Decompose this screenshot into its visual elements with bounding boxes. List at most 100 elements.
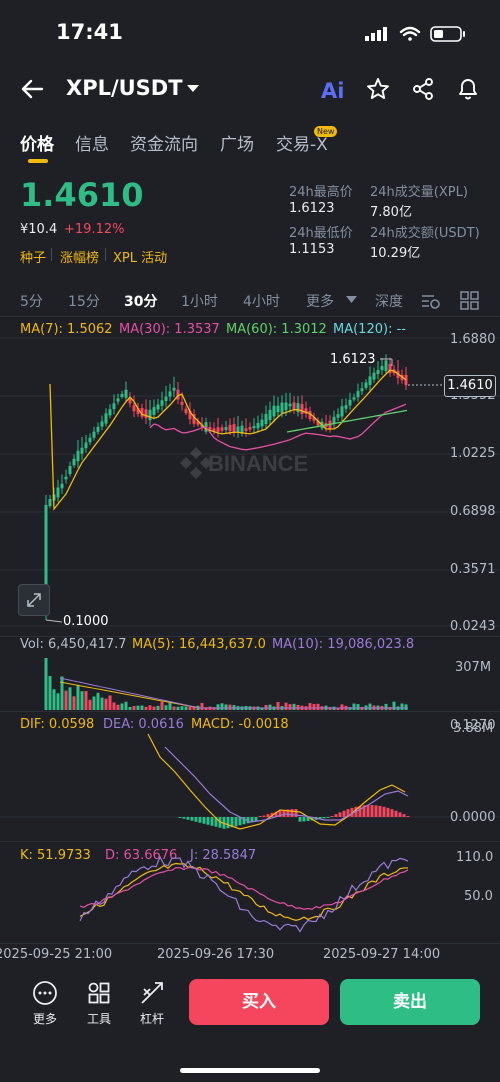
candle xyxy=(152,407,156,415)
timeframe-4h[interactable]: 4小时 xyxy=(243,291,280,311)
x-tick: 2025-09-27 14:00 xyxy=(323,947,441,962)
wifi-icon xyxy=(399,26,421,41)
macd-bar xyxy=(186,817,190,820)
volume-bar xyxy=(128,706,132,710)
share-icon[interactable] xyxy=(411,77,435,101)
volume-bar xyxy=(164,705,168,710)
volume-bar xyxy=(296,704,300,710)
timeframe-15m[interactable]: 15分 xyxy=(68,291,100,311)
stat-turnover-value: 10.29亿 xyxy=(370,246,421,261)
kdj-chart xyxy=(79,855,409,933)
bell-icon[interactable] xyxy=(456,76,480,102)
volume-bar xyxy=(172,706,176,710)
tab-active-indicator xyxy=(28,159,48,163)
y-tick: 0.3571 xyxy=(450,562,496,577)
volume-bar xyxy=(276,702,280,710)
volume-bar xyxy=(112,702,116,710)
candle xyxy=(116,398,120,402)
tab-info[interactable]: 信息 xyxy=(75,130,109,155)
candle xyxy=(352,397,356,400)
macd-bar xyxy=(382,806,386,817)
volume-bar xyxy=(68,687,72,710)
stat-vol-value: 7.80亿 xyxy=(370,205,412,220)
tag-divider xyxy=(105,248,106,261)
macd-bar xyxy=(374,805,378,817)
candle xyxy=(236,426,240,432)
candle xyxy=(264,413,268,425)
candle xyxy=(348,399,352,406)
layout-grid-icon[interactable] xyxy=(460,291,480,311)
timeframe-5m[interactable]: 5分 xyxy=(20,291,43,311)
star-icon[interactable] xyxy=(366,77,390,101)
watermark-text: BINANCE xyxy=(208,451,308,476)
volume-bar xyxy=(268,704,272,710)
timeframe-1h[interactable]: 1小时 xyxy=(181,291,218,311)
back-arrow-icon[interactable] xyxy=(20,78,44,100)
y-tick: 0.0243 xyxy=(450,619,496,634)
sell-button[interactable]: 卖出 xyxy=(340,979,480,1025)
more-dropdown-icon[interactable] xyxy=(346,296,357,304)
volume-bar xyxy=(184,706,188,710)
volume-bar xyxy=(264,704,268,710)
candle xyxy=(296,403,300,413)
chart-settings-icon[interactable] xyxy=(420,291,442,311)
volume-bar xyxy=(392,701,396,710)
stat-high-label: 24h最高价 xyxy=(289,185,353,200)
tab-price[interactable]: 价格 xyxy=(20,130,54,155)
stat-low-label: 24h最低价 xyxy=(289,226,353,241)
candle xyxy=(92,431,96,438)
volume-bar xyxy=(156,705,160,710)
candle xyxy=(372,372,376,380)
leverage-button[interactable]: 杠杆 xyxy=(132,980,172,1027)
divider xyxy=(0,943,500,944)
tab-fund-flow[interactable]: 资金流向 xyxy=(130,130,198,155)
tag-gainers[interactable]: 涨幅榜 xyxy=(60,247,99,266)
status-icons xyxy=(365,26,465,42)
macd-bar xyxy=(370,805,374,817)
macd-bar xyxy=(234,817,238,827)
candle xyxy=(120,394,124,397)
fullscreen-button[interactable] xyxy=(18,584,50,616)
candle xyxy=(88,437,92,443)
volume-bar xyxy=(56,693,60,710)
pair-dropdown-icon[interactable] xyxy=(186,84,200,94)
tools-button[interactable]: 工具 xyxy=(79,980,119,1027)
candle xyxy=(168,391,172,397)
d-line xyxy=(79,866,409,910)
macd-bar xyxy=(202,817,206,824)
buy-button[interactable]: 买入 xyxy=(189,979,329,1025)
y-tick: 0.6898 xyxy=(450,504,496,519)
macd-bar xyxy=(226,817,230,829)
price-change: +19.12% xyxy=(64,222,125,237)
tab-square[interactable]: 广场 xyxy=(220,130,254,155)
candle xyxy=(76,450,80,462)
volume-chart xyxy=(44,658,408,710)
tag-seed[interactable]: 种子 xyxy=(20,247,46,266)
candle xyxy=(344,405,348,409)
tag-divider xyxy=(51,248,52,261)
timeframe-more[interactable]: 更多 xyxy=(306,291,334,311)
candle xyxy=(244,428,248,432)
depth-button[interactable]: 深度 xyxy=(375,291,403,311)
vol-ma5-line xyxy=(59,681,408,709)
volume-bar xyxy=(292,703,296,710)
macd-bar xyxy=(386,807,390,817)
candle xyxy=(276,405,280,413)
divider xyxy=(0,316,500,317)
y-tick: 1.6880 xyxy=(450,332,496,347)
more-button[interactable]: 更多 xyxy=(25,980,65,1027)
volume-bar xyxy=(352,703,356,710)
vol-y-tick: 307M xyxy=(455,660,492,675)
tag-activity[interactable]: XPL 活动 xyxy=(113,247,167,266)
tools-icon xyxy=(88,982,110,1004)
macd-bar xyxy=(258,816,262,817)
candle xyxy=(272,405,276,417)
candlestick-chart[interactable]: BINANCE xyxy=(0,330,500,636)
pair-title[interactable]: XPL/USDT xyxy=(66,76,183,100)
stat-vol-label: 24h成交量(XPL) xyxy=(370,185,468,200)
ai-icon[interactable]: Ai xyxy=(321,79,344,103)
timeframe-30m[interactable]: 30分 xyxy=(124,291,157,311)
volume-bar xyxy=(108,695,112,710)
stat-high-value: 1.6123 xyxy=(289,201,335,216)
candle xyxy=(180,401,184,405)
